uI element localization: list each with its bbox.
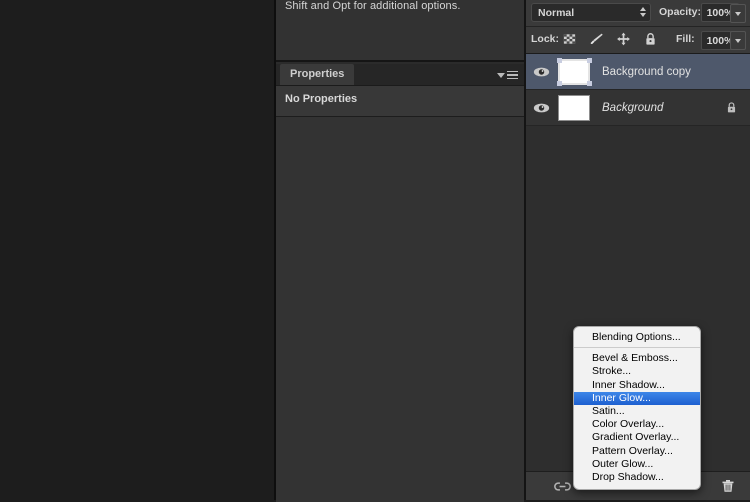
delete-layer-button[interactable] [714,472,742,500]
table-row[interactable]: Background copy [526,54,750,90]
lock-position-icon[interactable] [616,31,631,47]
layer-name[interactable]: Background [602,102,725,114]
middle-panel-column: Shift and Opt for additional options. Pr… [276,0,524,502]
link-layers-button[interactable] [548,472,576,500]
properties-tab-bar: Properties [276,64,524,86]
menu-item[interactable]: Inner Glow... [574,391,700,405]
canvas-area[interactable] [0,0,276,500]
menu-item[interactable]: Outer Glow... [574,458,700,471]
layer-name[interactable]: Background copy [602,66,750,78]
hamburger-icon [507,70,518,80]
menu-item[interactable]: Gradient Overlay... [574,431,700,444]
link-layers-icon [553,481,571,491]
blend-mode-value: Normal [538,7,575,19]
panel-menu-icon[interactable] [497,69,519,81]
fill-dropdown-button[interactable] [730,31,746,50]
delete-layer-icon [722,480,734,492]
lock-transparent-pixels-icon[interactable] [562,31,577,47]
lock-label: Lock: [531,33,560,45]
fill-label: Fill: [676,33,695,45]
tab-properties[interactable]: Properties [280,64,355,85]
eye-icon [533,67,549,76]
table-row[interactable]: Background [526,90,750,126]
menu-item[interactable]: Color Overlay... [574,418,700,431]
blend-mode-row: Normal Opacity: 100% [526,0,750,27]
lock-image-pixels-icon[interactable] [589,31,604,47]
properties-panel: Properties No Properties [276,64,524,502]
chevron-down-icon [735,11,741,16]
menu-item[interactable]: Pattern Overlay... [574,445,700,458]
opacity-label: Opacity: [659,6,702,18]
lock-all-icon [727,102,736,113]
layer-visibility-toggle[interactable] [526,102,556,114]
layer-style-context-menu[interactable]: Blending Options... Bevel & Emboss... Stro… [573,326,701,491]
menu-item[interactable]: Stroke... [574,365,700,378]
opacity-dropdown-button[interactable] [730,4,746,23]
chevron-down-icon [497,72,505,78]
menu-item[interactable]: Drop Shadow... [574,471,700,484]
lock-row: Lock: Fill: 100% [526,27,750,55]
properties-empty-header: No Properties [276,86,524,117]
menu-separator [574,347,700,349]
tool-hint-text: Shift and Opt for additional options. [285,0,461,12]
chevron-down-icon [735,38,741,43]
layer-thumbnail[interactable] [557,57,590,86]
photoshop-window: Shift and Opt for additional options. Pr… [0,0,750,502]
lock-buttons-group [562,31,658,47]
menu-item[interactable]: Satin... [574,405,700,418]
eye-icon [533,103,549,112]
menu-item[interactable]: Bevel & Emboss... [574,352,700,365]
blend-mode-select[interactable]: Normal [531,3,651,22]
layer-thumbnail[interactable] [558,94,590,121]
stepper-arrows-icon [640,7,646,17]
menu-item[interactable]: Blending Options... [574,331,700,344]
properties-empty-label: No Properties [285,93,358,105]
properties-body [276,117,524,502]
layer-visibility-toggle[interactable] [526,66,556,78]
lock-all-icon[interactable] [643,31,658,47]
menu-item[interactable]: Inner Shadow... [574,379,700,392]
tool-hint-panel: Shift and Opt for additional options. [276,0,524,62]
